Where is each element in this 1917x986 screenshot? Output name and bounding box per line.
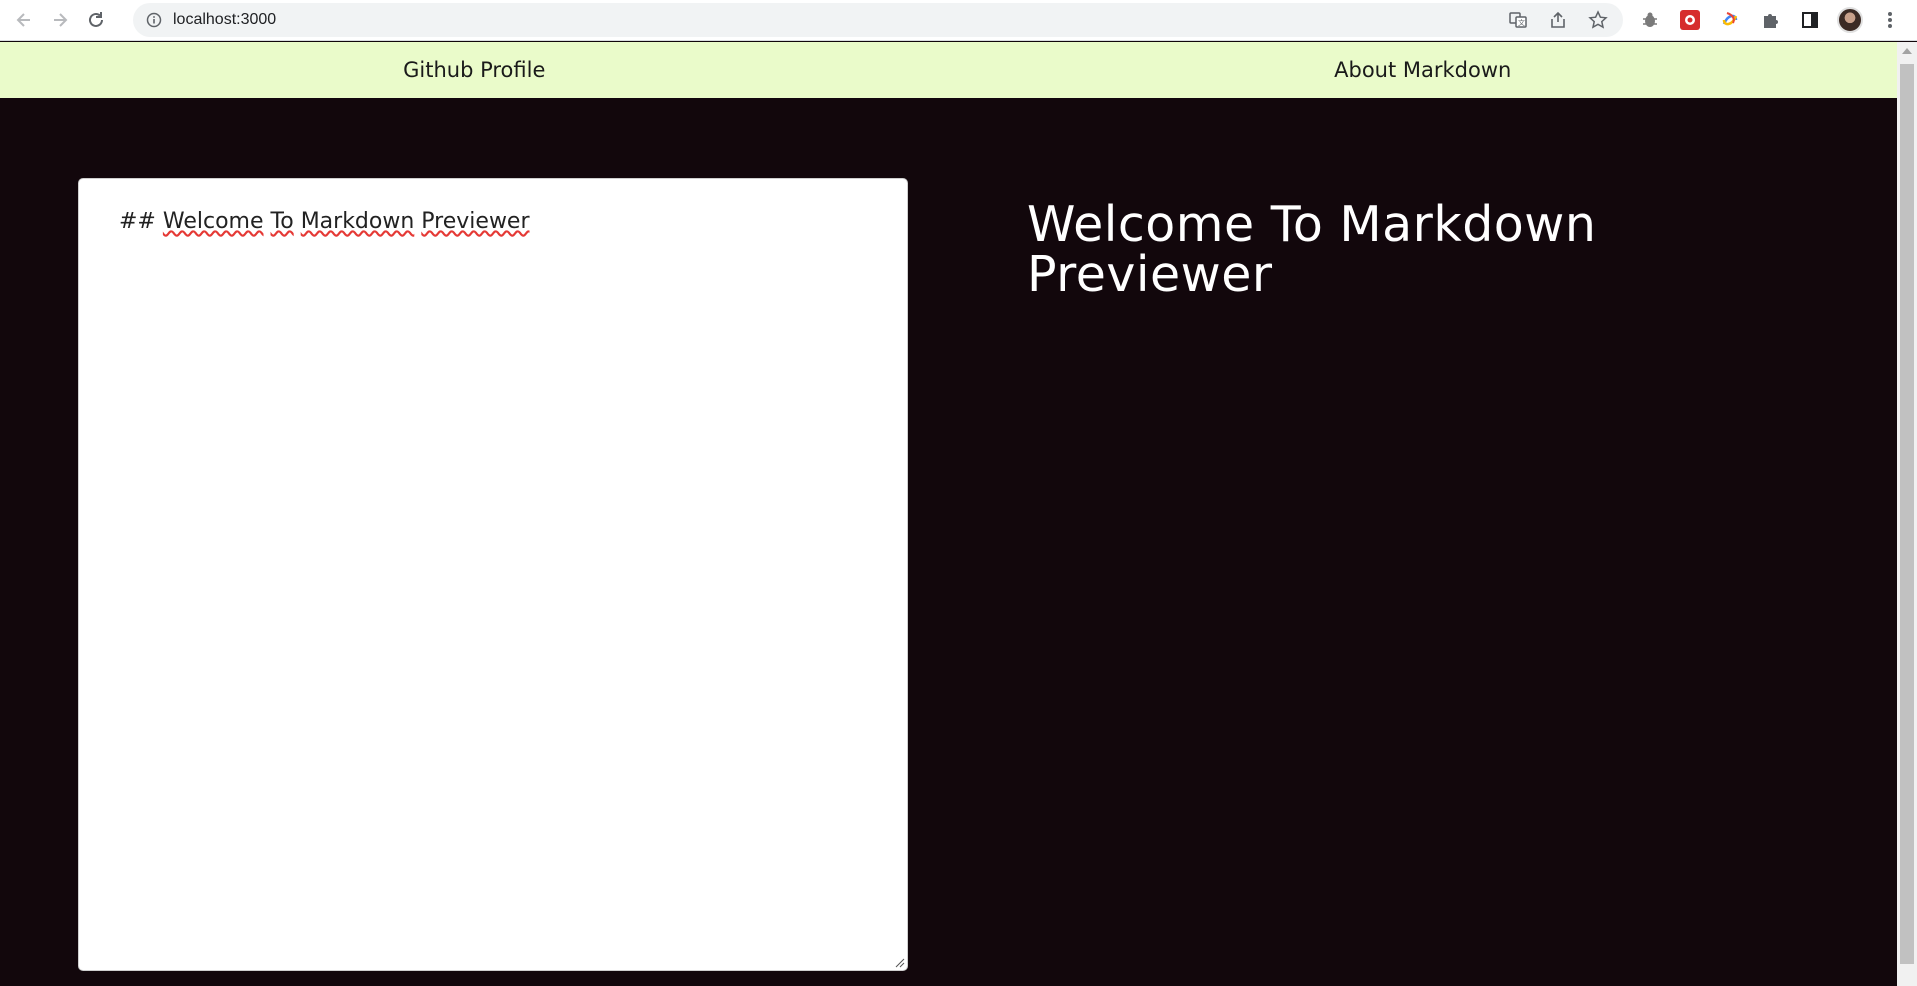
share-icon[interactable] (1545, 7, 1571, 33)
back-icon (16, 13, 30, 27)
back-button[interactable] (6, 2, 42, 38)
github-profile-link[interactable]: Github Profile (0, 42, 949, 98)
page-scrollbar[interactable] (1897, 42, 1917, 986)
resize-grip-icon[interactable] (893, 956, 905, 968)
markdown-editor[interactable]: ## Welcome To Markdown Previewer (78, 178, 908, 971)
scroll-up-icon[interactable] (1902, 48, 1912, 54)
info-icon[interactable] (145, 11, 163, 29)
editor-word: Markdown (300, 209, 415, 234)
bug-extension-icon[interactable] (1636, 6, 1664, 34)
address-bar[interactable]: localhost:3000 文 (133, 3, 1623, 37)
forward-button[interactable] (42, 2, 78, 38)
avatar[interactable] (1836, 6, 1864, 34)
svg-text:文: 文 (1518, 18, 1525, 27)
editor-word: Welcome (162, 209, 264, 234)
translate-icon[interactable]: 文 (1505, 7, 1531, 33)
browser-toolbar: localhost:3000 文 (0, 0, 1917, 41)
main-area: ## Welcome To Markdown Previewer Welcome… (0, 98, 1897, 986)
red-extension-icon[interactable] (1676, 6, 1704, 34)
star-icon[interactable] (1585, 7, 1611, 33)
app-navbar: Github Profile About Markdown (0, 42, 1897, 98)
editor-word: Previewer (421, 209, 530, 234)
preview-heading: Welcome To Markdown Previewer (1027, 196, 1597, 303)
url-text: localhost:3000 (173, 11, 277, 28)
markdown-preview: Welcome To Markdown Previewer (1027, 200, 1787, 300)
heading-marker: ## (119, 209, 163, 234)
forward-icon (54, 13, 68, 27)
editor-word: To (270, 209, 294, 234)
swirl-extension-icon[interactable] (1716, 6, 1744, 34)
side-panel-icon[interactable] (1796, 6, 1824, 34)
reload-button[interactable] (78, 2, 114, 38)
reload-icon (89, 12, 103, 27)
about-markdown-link[interactable]: About Markdown (949, 42, 1898, 98)
editor-line: ## Welcome To Markdown Previewer (119, 209, 867, 234)
puzzle-extension-icon[interactable] (1756, 6, 1784, 34)
kebab-menu-icon[interactable] (1876, 6, 1904, 34)
scrollbar-thumb[interactable] (1900, 64, 1914, 964)
